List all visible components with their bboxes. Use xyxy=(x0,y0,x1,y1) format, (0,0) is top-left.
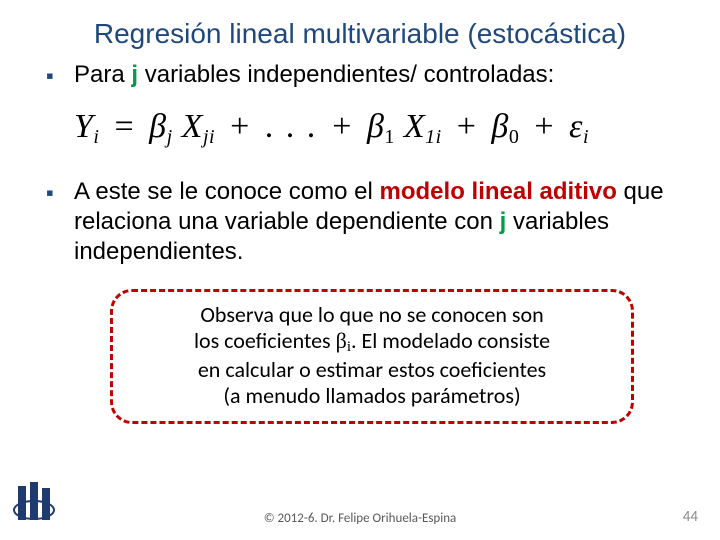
equation: Yi = βj Xji + . . . + β1 X1i + β0 + εi xyxy=(74,108,674,149)
eq-Y: Y xyxy=(74,108,93,145)
bullet-2: A este se le conoce como el modelo linea… xyxy=(70,177,674,267)
eq-eps-sub: i xyxy=(583,126,589,148)
bullet-1-pre: Para xyxy=(74,61,131,88)
eq-X-1-sub: 1i xyxy=(425,126,442,148)
eq-beta-1: β xyxy=(367,108,384,145)
callout-line-2b: . El modelado consiste xyxy=(351,327,550,354)
eq-beta-0: β xyxy=(491,108,508,145)
callout-line-3: en calcular o estimar estos coeficientes xyxy=(198,356,546,383)
eq-Y-sub: i xyxy=(93,126,99,148)
eq-eps: ε xyxy=(569,108,583,145)
eq-plus-4: + xyxy=(528,108,560,145)
eq-X-1: X xyxy=(404,108,425,145)
page-number: 44 xyxy=(683,508,698,526)
footer-copyright: © 2012-6. Dr. Felipe Orihuela-Espina xyxy=(0,511,720,526)
slide-title: Regresión lineal multivariable (estocást… xyxy=(0,0,720,50)
eq-dots: . . . xyxy=(265,108,318,145)
eq-plus-3: + xyxy=(451,108,483,145)
callout-line-4: (a menudo llamados parámetros) xyxy=(223,382,520,409)
eq-beta-j: β xyxy=(149,108,166,145)
callout-line-1: Observa que lo que no se conocen son xyxy=(200,301,543,328)
eq-plus-2: + xyxy=(326,108,358,145)
eq-beta-j-sub: j xyxy=(167,126,173,148)
bullet-2-term: modelo lineal aditivo xyxy=(380,178,617,205)
callout-box: Observa que lo que no se conocen son los… xyxy=(110,289,634,424)
bullet-1-post: variables independientes/ controladas: xyxy=(138,61,554,88)
slide-content: Para j variables independientes/ control… xyxy=(0,50,720,424)
callout-beta: β xyxy=(336,328,347,353)
eq-beta-1-sub: 1 xyxy=(384,126,395,148)
eq-beta-0-sub: 0 xyxy=(509,126,520,148)
bullet-1: Para j variables independientes/ control… xyxy=(70,60,674,90)
bullet-2-pre: A este se le conoce como el xyxy=(74,178,380,205)
eq-equals: = xyxy=(108,108,149,145)
eq-plus-1: + xyxy=(224,108,256,145)
eq-X-j-sub: ji xyxy=(203,126,215,148)
callout-line-2a: los coeficientes xyxy=(194,327,336,354)
eq-X-j: X xyxy=(182,108,203,145)
